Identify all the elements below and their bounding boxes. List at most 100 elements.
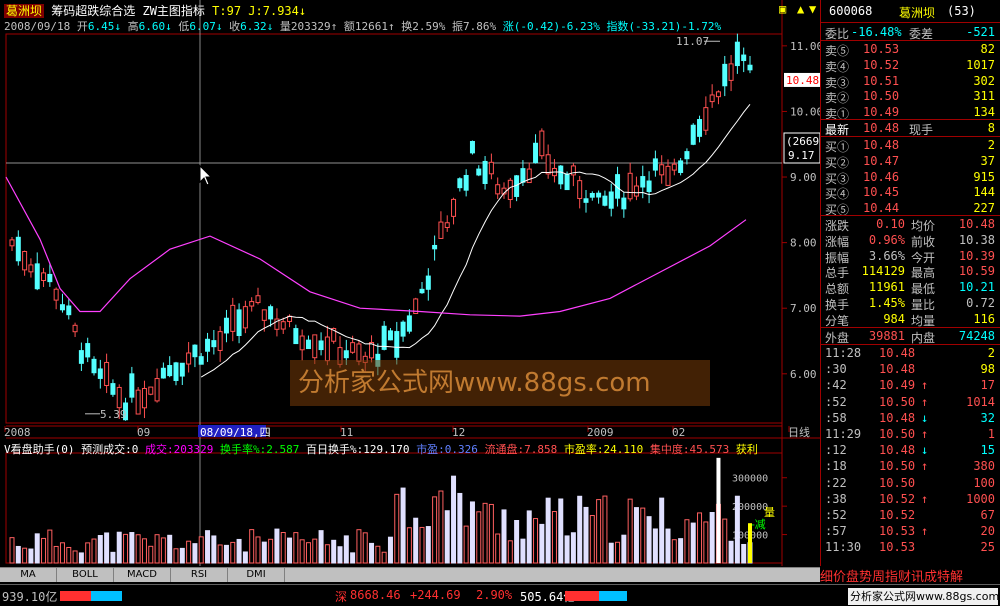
volume-bar — [514, 520, 520, 564]
volume-bar — [640, 507, 646, 564]
candle-body — [72, 324, 78, 333]
ask-row: 卖⑤ 10.53 82 — [821, 42, 1000, 58]
status-bar-gauge-1 — [60, 591, 122, 601]
candle-body — [734, 41, 740, 67]
tick-arrow: ↑ — [921, 394, 929, 409]
tick-time: 11:28 — [825, 346, 862, 360]
volume-bar — [413, 517, 419, 564]
candle-body — [457, 178, 463, 189]
tick-row: :12 10.48 ↓ 15 — [821, 443, 1000, 458]
candle-body — [41, 272, 47, 282]
arrow-up-icon[interactable]: ▲ — [797, 2, 805, 16]
stat-label-2: 最高 — [911, 266, 936, 281]
candle-body — [747, 64, 753, 71]
tick-time: :58 — [825, 410, 847, 425]
volume-bar — [15, 545, 21, 564]
candle-body — [154, 378, 160, 402]
ask-label: 卖② — [825, 91, 850, 106]
candle-body — [690, 124, 696, 145]
volume-bar — [419, 526, 425, 564]
volume-bar — [160, 537, 166, 564]
bid-volume: 227 — [973, 201, 995, 216]
cur-value: 8 — [987, 121, 995, 135]
volume-bar — [53, 545, 59, 564]
arrow-down-icon[interactable]: ▼ — [809, 2, 817, 16]
volume-header: V看盘助手(0) 预测成交:0 成交:203329 换手率%:2.587 百日换… — [4, 441, 758, 457]
candle-body — [564, 173, 570, 191]
candle-body — [608, 191, 614, 209]
candle-body — [116, 386, 122, 409]
volume-bar — [551, 511, 557, 564]
tick-time: :57 — [825, 524, 847, 539]
volume-bar — [621, 534, 627, 564]
tick-time: :38 — [825, 491, 847, 506]
volume-bar — [72, 550, 78, 564]
volume-bar — [205, 530, 211, 564]
volume-bar — [22, 547, 28, 564]
tab-boll[interactable]: BOLL — [57, 568, 114, 582]
bid-volume: 915 — [973, 169, 995, 184]
tick-price: 10.48 — [879, 410, 916, 425]
bid-row: 买① 10.48 2 — [821, 138, 1000, 154]
volume-bar — [526, 510, 532, 564]
volume-bar — [299, 539, 305, 564]
ticker-bar[interactable]: 细价盘势周指财讯成特解 — [820, 566, 1000, 584]
candle-body — [469, 140, 475, 154]
tick-volume: 1000 — [966, 491, 995, 506]
volume-bar — [154, 534, 160, 564]
volume-bar — [211, 535, 217, 564]
candle-body — [160, 367, 166, 379]
candle-body — [211, 340, 217, 348]
tab-dmi[interactable]: DMI — [228, 568, 285, 582]
last-price: 10.48 — [863, 121, 900, 135]
volume-bar — [596, 499, 602, 564]
tick-arrow: ↑ — [921, 459, 929, 474]
x-tick-label: 09 — [137, 426, 150, 439]
volume-bar — [602, 495, 608, 564]
stat-label-2: 均价 — [911, 219, 936, 233]
stat-row: 振幅 3.66% 今开 10.39 — [821, 249, 1000, 265]
volume-bar — [589, 515, 595, 564]
candle-body — [356, 343, 362, 362]
tick-arrow: ↓ — [921, 410, 929, 425]
candle-body — [476, 168, 482, 176]
vol-side-note-1: 量 — [764, 506, 775, 519]
tab-macd[interactable]: MACD — [114, 568, 171, 582]
candle-body — [451, 198, 457, 217]
bid-label: 买① — [825, 140, 850, 154]
tick-volume: 380 — [973, 459, 995, 474]
weibi-value: -16.48% — [851, 25, 902, 39]
volume-metrics: 成交:203329 换手率%:2.587 百日换手%:129.170 市盈:0.… — [145, 443, 758, 456]
ma-line-white — [200, 103, 751, 378]
tick-price: 10.50 — [879, 394, 916, 409]
candle-body — [703, 107, 709, 131]
tick-time: :42 — [825, 378, 847, 393]
volume-bar — [406, 527, 412, 564]
tick-price: 10.48 — [879, 346, 916, 360]
tab-rsi[interactable]: RSI — [171, 568, 228, 582]
tick-volume: 20 — [980, 524, 995, 539]
tab-ma[interactable]: MA — [0, 568, 57, 582]
volume-metric: 流通盘:7.858 — [484, 443, 558, 456]
volume-bar — [671, 539, 677, 564]
price-chart[interactable]: 11.00 10.00 9.00 8.00 7.00 6.00 2008 09 08/09/18… — [0, 0, 820, 567]
candle-body — [589, 192, 595, 198]
stock-code: 600068 — [829, 4, 873, 18]
volume-bar — [85, 542, 91, 564]
ask-price: 10.49 — [863, 105, 900, 120]
tick-price: 10.52 — [879, 491, 916, 506]
bid-row: 买④ 10.45 144 — [821, 185, 1000, 201]
candle-body — [438, 221, 444, 239]
volume-bar — [709, 512, 715, 564]
volume-bar — [274, 528, 280, 564]
lock-icon[interactable]: ▣ — [779, 2, 786, 16]
candle-body — [249, 301, 255, 307]
volume-bar — [444, 510, 450, 564]
volume-bar — [583, 506, 589, 564]
ask-label: 卖④ — [825, 59, 850, 74]
candle-body — [419, 288, 425, 294]
watermark: 分析家公式网www.88gs.com — [290, 360, 710, 406]
candle-body — [268, 306, 274, 320]
stat-value-2: 10.21 — [958, 280, 995, 295]
candle-body — [261, 309, 267, 321]
